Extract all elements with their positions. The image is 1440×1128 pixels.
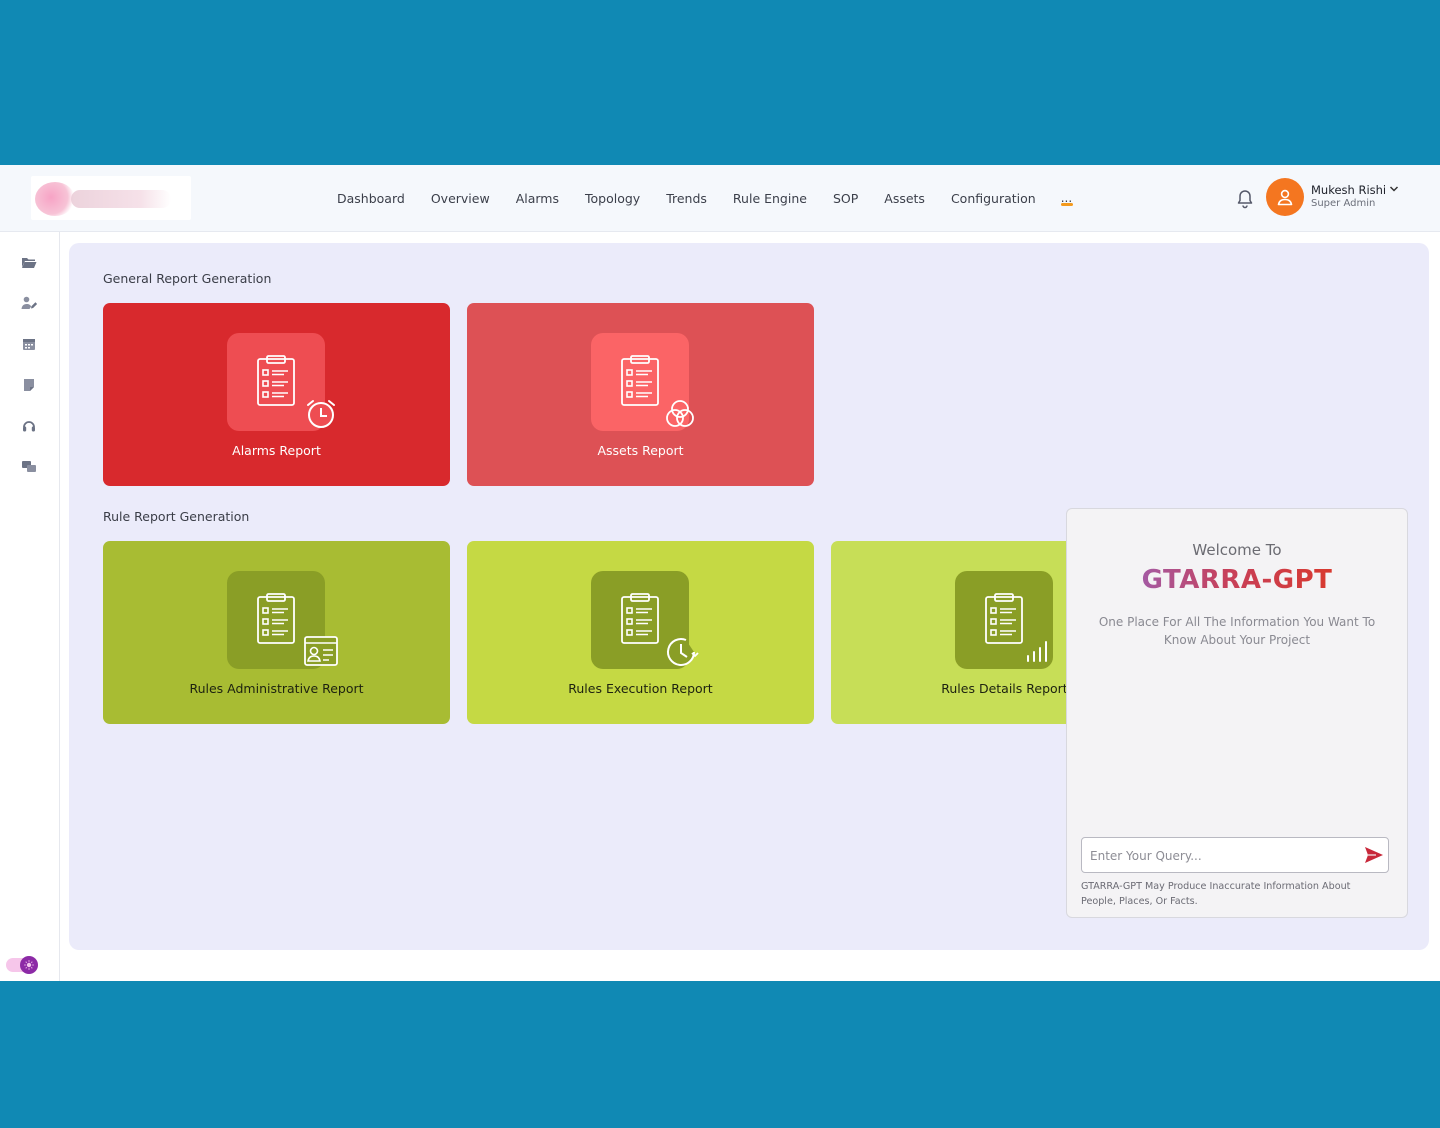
- user-name[interactable]: Mukesh Rishi: [1311, 183, 1386, 197]
- assets-circles-icon: [666, 400, 694, 427]
- gpt-disclaimer: GTARRA-GPT May Produce Inaccurate Inform…: [1081, 881, 1351, 907]
- rules-admin-report-label: Rules Administrative Report: [189, 681, 364, 696]
- assets-report-card[interactable]: Assets Report: [467, 303, 814, 486]
- folder-icon[interactable]: [21, 255, 37, 269]
- app-window: Dashboard Overview Alarms Topology Trend…: [0, 165, 1440, 981]
- nav-trends[interactable]: Trends: [666, 191, 707, 206]
- clipboard-icon: [257, 355, 295, 406]
- gpt-subtitle: One Place For All The Information You Wa…: [1098, 615, 1376, 647]
- clipboard-icon: [621, 355, 659, 406]
- theme-toggle[interactable]: [6, 956, 38, 974]
- user-icon: [1277, 189, 1293, 206]
- rule-report-title: Rule Report Generation: [103, 509, 250, 524]
- rules-admin-report-card[interactable]: Rules Administrative Report: [103, 541, 450, 724]
- nav-dashboard[interactable]: Dashboard: [337, 191, 405, 206]
- rules-exec-report-label: Rules Execution Report: [568, 681, 713, 696]
- user-role: Super Admin: [1311, 198, 1376, 209]
- alarms-report-tile: [227, 333, 335, 431]
- user-edit-icon[interactable]: [21, 296, 37, 310]
- top-header: Dashboard Overview Alarms Topology Trend…: [0, 165, 1440, 232]
- nav-more[interactable]: ...: [1060, 191, 1074, 206]
- chevron-down-icon[interactable]: [1389, 185, 1399, 193]
- main-nav: Dashboard Overview Alarms Topology Trend…: [324, 165, 1074, 231]
- assets-report-tile: [591, 333, 694, 431]
- calendar-icon[interactable]: [21, 337, 37, 351]
- gpt-title-text: GTARRA-GPT: [1141, 565, 1333, 595]
- gpt-query-box: [1081, 837, 1389, 874]
- nav-alarms[interactable]: Alarms: [516, 191, 559, 206]
- send-icon[interactable]: [1364, 846, 1384, 864]
- avatar[interactable]: [1266, 178, 1304, 216]
- headset-icon[interactable]: [21, 419, 37, 433]
- nav-topology[interactable]: Topology: [585, 191, 640, 206]
- clipboard-icon: [985, 593, 1023, 644]
- clock-refresh-icon: [667, 638, 699, 666]
- alarm-clock-icon: [307, 400, 335, 428]
- alarms-report-card[interactable]: Alarms Report: [103, 303, 450, 486]
- rules-exec-report-tile: [591, 571, 699, 669]
- nav-assets[interactable]: Assets: [884, 191, 925, 206]
- gpt-chat-panel: Welcome To GTARRA-GPT One Place For All …: [1066, 508, 1408, 918]
- gpt-welcome: Welcome To: [1192, 541, 1282, 559]
- rules-exec-report-card[interactable]: Rules Execution Report: [467, 541, 814, 724]
- assets-report-label: Assets Report: [597, 443, 684, 458]
- gpt-query-input[interactable]: [1088, 838, 1352, 874]
- clipboard-icon: [257, 593, 295, 644]
- company-logo[interactable]: [31, 176, 191, 220]
- general-report-title: General Report Generation: [103, 271, 272, 286]
- note-icon[interactable]: [21, 378, 37, 392]
- bell-icon[interactable]: [1236, 189, 1254, 209]
- alarms-report-label: Alarms Report: [232, 443, 321, 458]
- nav-rule-engine[interactable]: Rule Engine: [733, 191, 807, 206]
- nav-configuration[interactable]: Configuration: [951, 191, 1036, 206]
- chat-icon[interactable]: [21, 460, 37, 474]
- nav-sop[interactable]: SOP: [833, 191, 858, 206]
- nav-overview[interactable]: Overview: [431, 191, 490, 206]
- rules-details-report-tile: [955, 571, 1053, 669]
- sun-icon: [20, 956, 38, 974]
- rules-admin-report-tile: [227, 571, 338, 669]
- bar-chart-icon: [1027, 641, 1047, 662]
- clipboard-icon: [621, 593, 659, 644]
- id-card-icon: [304, 636, 338, 666]
- gpt-title: GTARRA-GPT: [1067, 565, 1407, 595]
- sidebar: [0, 232, 60, 981]
